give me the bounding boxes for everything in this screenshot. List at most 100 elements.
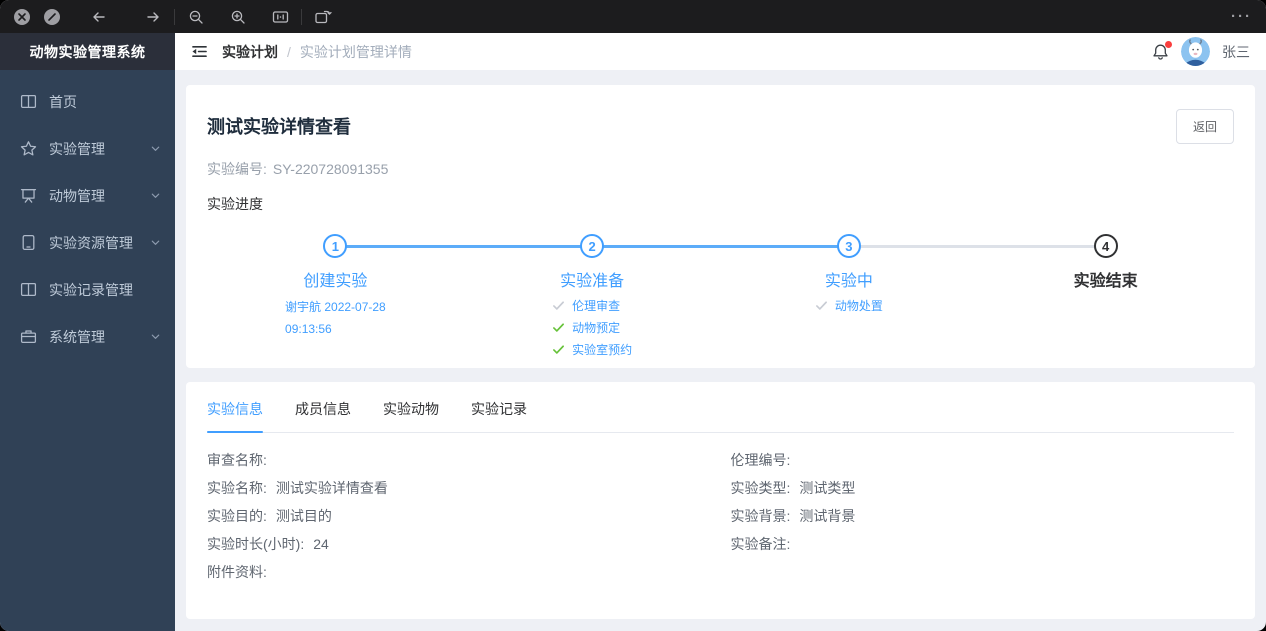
sidebar-item-record-mgmt[interactable]: 实验记录管理: [0, 266, 175, 313]
titlebar-divider: [301, 8, 302, 25]
step-note-line: 谢宇航 2022-07-28: [285, 300, 386, 314]
experiment-code: 实验编号: SY-220728091355: [207, 159, 1234, 179]
field-experiment-type: 实验类型: 测试类型: [731, 481, 1235, 495]
field-label: 实验备注:: [730, 536, 791, 552]
step-number-circle: 1: [323, 234, 348, 258]
field-experiment-remark: 实验备注:: [731, 537, 1235, 551]
step-experiment-running: 3 实验中 动物处置: [721, 234, 978, 358]
check-icon: [552, 321, 565, 334]
slash-circle-icon[interactable]: [44, 8, 60, 25]
experiment-code-value: SY-220728091355: [272, 161, 389, 177]
open-book-icon: [20, 93, 37, 110]
field-label: 实验类型:: [730, 480, 791, 496]
check-icon: [815, 299, 828, 312]
sidebar-item-label: 实验记录管理: [49, 281, 133, 298]
sidebar-item-experiment-mgmt[interactable]: 实验管理: [0, 125, 175, 172]
detail-card: 测试实验详情查看 返回 实验编号: SY-220728091355 实验进度 1…: [186, 85, 1255, 368]
detail-tabs: 实验信息 成员信息 实验动物 实验记录: [207, 399, 1234, 433]
tab-experiment-animal[interactable]: 实验动物: [383, 399, 439, 432]
check-icon: [552, 343, 565, 356]
field-experiment-background: 实验背景: 测试背景: [731, 509, 1235, 523]
sidebar-item-home[interactable]: 首页: [0, 78, 175, 125]
field-label: 实验目的:: [207, 508, 267, 524]
check-item: 实验室预约: [552, 341, 632, 358]
check-label: 伦理审查: [572, 299, 621, 313]
sidebar-item-label: 动物管理: [49, 187, 105, 204]
breadcrumb-separator: /: [287, 43, 291, 60]
tab-experiment-record[interactable]: 实验记录: [471, 399, 527, 432]
sidebar-item-system-mgmt[interactable]: 系统管理: [0, 313, 175, 360]
step-title: 实验结束: [1073, 273, 1138, 290]
sidebar-item-resource-mgmt[interactable]: 实验资源管理: [0, 219, 175, 266]
experiment-info-fields: 审查名称: 实验名称: 测试实验详情查看 实验目的: 测试目的 实验时长(小时): 2…: [207, 453, 1234, 593]
field-value: 测试实验详情查看: [275, 480, 388, 496]
open-book-icon: [20, 281, 37, 298]
sidebar-item-label: 实验管理: [49, 140, 105, 157]
tab-member-info[interactable]: 成员信息: [295, 399, 351, 432]
check-label: 动物预定: [572, 321, 621, 335]
step-create-experiment: 1 创建实验 谢宇航 2022-07-28 09:13:56: [207, 234, 464, 358]
star-icon: [20, 140, 37, 157]
check-label: 实验室预约: [572, 343, 633, 357]
step-number-circle: 4: [1093, 234, 1118, 258]
chevron-down-icon: [150, 190, 161, 201]
breadcrumb: 实验计划 / 实验计划管理详情: [222, 42, 412, 62]
field-experiment-duration: 实验时长(小时): 24: [207, 537, 711, 551]
back-button[interactable]: 返回: [1175, 109, 1234, 144]
sidebar-item-label: 系统管理: [49, 328, 105, 345]
step-number-circle: 2: [580, 234, 605, 258]
chevron-down-icon: [150, 237, 161, 248]
sidebar-fold-icon[interactable]: [191, 44, 208, 59]
step-note-line: 09:13:56: [285, 321, 332, 336]
field-value: 24: [313, 536, 329, 552]
tab-experiment-info[interactable]: 实验信息: [207, 399, 263, 433]
app-window: ··· 动物实验管理系统 首页 实验管理 动物管理 实验资源管理 实验记录管理 …: [0, 0, 1266, 631]
sidebar-menu: 首页 实验管理 动物管理 实验资源管理 实验记录管理 系统管理: [0, 70, 175, 360]
emulator-titlebar: ···: [0, 0, 1266, 33]
avatar[interactable]: [1181, 37, 1210, 66]
board-icon: [20, 187, 37, 204]
sidebar-item-label: 实验资源管理: [49, 234, 133, 251]
field-ethics-number: 伦理编号:: [731, 453, 1235, 467]
field-label: 实验名称:: [207, 480, 267, 496]
sidebar-item-animal-mgmt[interactable]: 动物管理: [0, 172, 175, 219]
step-note: 谢宇航 2022-07-28 09:13:56: [285, 297, 386, 340]
info-right-column: 伦理编号: 实验类型: 测试类型 实验背景: 测试背景 实验备注:: [731, 453, 1235, 593]
check-item: 伦理审查: [552, 297, 620, 314]
step-title: 创建实验: [303, 273, 368, 290]
experiment-progress-steps: 1 创建实验 谢宇航 2022-07-28 09:13:56 2 实验准备 伦理…: [207, 234, 1234, 358]
more-options-icon[interactable]: ···: [1231, 8, 1252, 25]
step-experiment-prepare: 2 实验准备 伦理审查 动物预定 实验室预约: [464, 234, 721, 358]
rotate-screen-icon[interactable]: [312, 6, 334, 28]
sidebar: 动物实验管理系统 首页 实验管理 动物管理 实验资源管理 实验记录管理 系统管理: [0, 33, 175, 631]
field-label: 伦理编号:: [730, 452, 791, 468]
chevron-down-icon: [150, 331, 161, 342]
check-item: 动物预定: [552, 319, 620, 336]
field-attachments: 附件资料:: [207, 565, 711, 579]
notification-badge: [1165, 40, 1172, 48]
check-icon: [552, 299, 565, 312]
back-arrow-icon[interactable]: [88, 6, 110, 28]
breadcrumb-current: 实验计划管理详情: [299, 43, 412, 60]
content-area: 测试实验详情查看 返回 实验编号: SY-220728091355 实验进度 1…: [175, 70, 1266, 631]
titlebar-divider: [174, 8, 175, 25]
info-card: 实验信息 成员信息 实验动物 实验记录 审查名称: 实验名称: 测试实验详情查看 …: [186, 382, 1255, 619]
field-label: 审查名称:: [207, 452, 267, 468]
field-label: 附件资料:: [207, 564, 267, 580]
briefcase-icon: [20, 328, 37, 345]
notification-bell-icon[interactable]: [1152, 40, 1172, 61]
close-icon[interactable]: [14, 8, 30, 25]
step-title: 实验中: [824, 273, 873, 290]
field-value: 测试目的: [275, 508, 332, 524]
zoom-out-icon[interactable]: [185, 6, 207, 28]
user-name[interactable]: 张三: [1222, 42, 1250, 62]
progress-section-label: 实验进度: [207, 196, 263, 212]
breadcrumb-parent[interactable]: 实验计划: [222, 42, 278, 62]
step-experiment-finish: 4 实验结束: [977, 234, 1234, 358]
zoom-in-icon[interactable]: [227, 6, 249, 28]
actual-size-icon[interactable]: [269, 6, 291, 28]
app-title: 动物实验管理系统: [0, 33, 175, 70]
tablet-icon: [20, 234, 37, 251]
forward-arrow-icon[interactable]: [142, 6, 164, 28]
field-review-name: 审查名称:: [207, 453, 711, 467]
